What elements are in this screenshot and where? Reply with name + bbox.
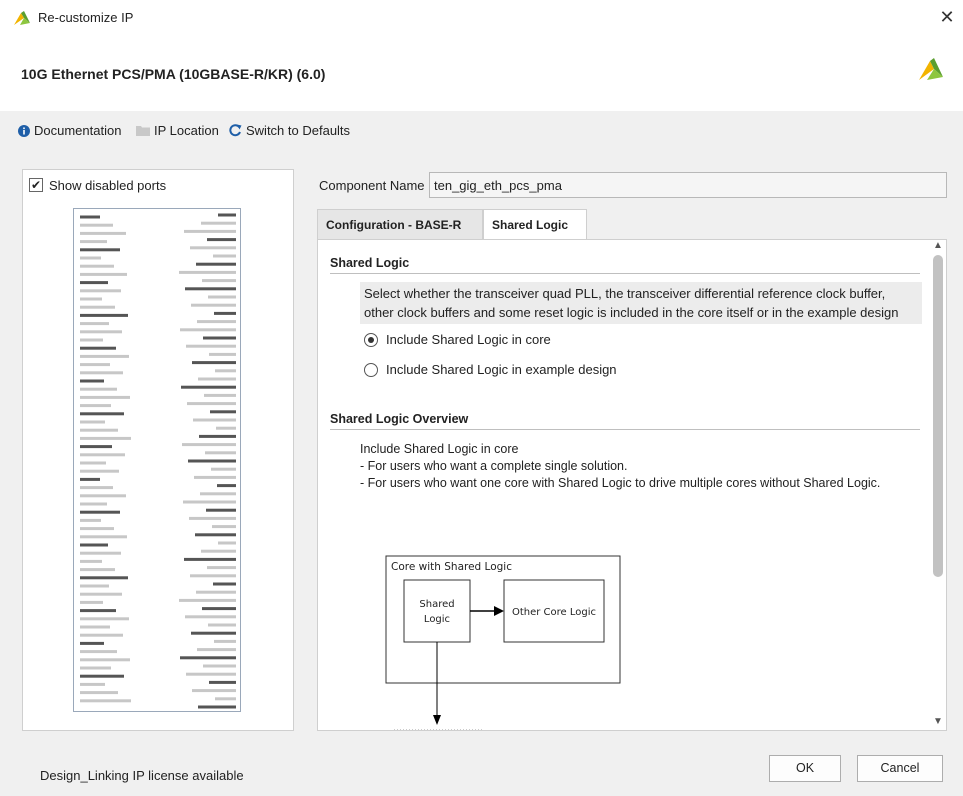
diagram-outer-label: Core with Shared Logic (391, 561, 512, 573)
scroll-thumb[interactable] (933, 255, 943, 577)
show-disabled-ports-checkbox[interactable]: ✔ (29, 178, 43, 192)
ip-location-link[interactable]: IP Location (136, 123, 219, 138)
ip-location-label: IP Location (154, 123, 219, 138)
section-divider (330, 273, 920, 274)
ip-header: 10G Ethernet PCS/PMA (10GBASE-R/KR) (6.0… (0, 38, 963, 111)
overview-line: - For users who want one core with Share… (360, 476, 881, 490)
ip-symbol-pins (68, 213, 236, 709)
cancel-button[interactable]: Cancel (857, 755, 943, 782)
ip-heading: 10G Ethernet PCS/PMA (10GBASE-R/KR) (6.0… (21, 66, 326, 82)
overview-line: - For users who want a complete single s… (360, 459, 628, 473)
ip-symbol (68, 208, 241, 712)
overview-line: Include Shared Logic in core (360, 442, 519, 456)
show-disabled-ports-label: Show disabled ports (49, 178, 167, 193)
vertical-scrollbar[interactable]: ▲ ▼ (931, 239, 945, 729)
documentation-link[interactable]: Documentation (18, 123, 121, 138)
radio-include-in-example[interactable] (364, 363, 378, 377)
link-bar: Documentation IP Location Switch to Defa… (0, 111, 963, 151)
diagram-other-label: Other Core Logic (512, 607, 596, 618)
config-panel: Component Name Configuration - BASE-R Sh… (317, 169, 947, 731)
radio-include-in-example-label: Include Shared Logic in example design (386, 362, 617, 377)
info-icon (18, 124, 30, 137)
symbol-panel: ✔ Show disabled ports (22, 169, 294, 731)
overview-title: Shared Logic Overview (330, 412, 469, 426)
vivado-logo-icon (14, 11, 30, 25)
refresh-icon (229, 124, 242, 137)
window-title: Re-customize IP (38, 10, 134, 25)
scroll-up-icon[interactable]: ▲ (931, 239, 945, 253)
radio-include-in-core-label: Include Shared Logic in core (386, 332, 551, 347)
radio-include-in-core[interactable] (364, 333, 378, 347)
tab-shared-logic[interactable]: Shared Logic (483, 209, 587, 239)
scroll-down-icon[interactable]: ▼ (931, 715, 945, 729)
vivado-large-logo-icon (919, 58, 943, 80)
close-icon[interactable]: ✕ (937, 7, 957, 28)
diagram-shared-line1: Shared (419, 599, 454, 610)
ok-button[interactable]: OK (769, 755, 841, 782)
switch-defaults-link[interactable]: Switch to Defaults (229, 123, 350, 138)
license-status: Design_Linking IP license available (40, 768, 244, 783)
component-name-label: Component Name (319, 178, 425, 193)
diagram-shared-line2: Logic (424, 614, 450, 625)
section-divider (330, 429, 920, 430)
tab-content: Shared Logic Select whether the transcei… (317, 239, 947, 731)
tab-configuration-base-r[interactable]: Configuration - BASE-R (317, 209, 483, 239)
shared-logic-description: Select whether the transceiver quad PLL,… (360, 282, 922, 324)
title-bar: Re-customize IP ✕ (0, 0, 963, 38)
folder-icon (136, 126, 150, 136)
shared-logic-title: Shared Logic (330, 256, 410, 270)
shared-logic-diagram: Core with Shared Logic Shared Logic Othe… (385, 555, 621, 730)
component-name-input[interactable] (429, 172, 947, 198)
switch-defaults-label: Switch to Defaults (246, 123, 351, 138)
documentation-label: Documentation (34, 123, 122, 138)
